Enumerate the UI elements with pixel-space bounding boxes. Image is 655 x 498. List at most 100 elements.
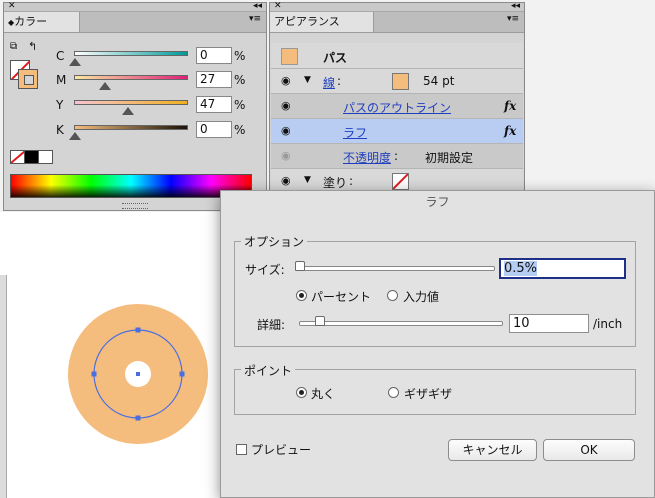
appearance-panel: ✕ ◂◂ アピアランス ▾≡ パス ◉ ▼ 線 : 54 pt ◉ パスのアウト…	[269, 2, 525, 198]
fill-none-swatch[interactable]	[392, 173, 409, 190]
ok-button[interactable]: OK	[543, 439, 635, 461]
effect-label[interactable]: パスのアウトライン	[343, 99, 451, 116]
dialog-title: ラフ	[425, 195, 450, 209]
detail-label-text: 詳細	[257, 318, 282, 332]
black-input[interactable]: 0	[196, 121, 232, 138]
detail-label: 詳細:	[257, 316, 285, 333]
stroke-separator: :	[337, 74, 342, 88]
magenta-slider[interactable]	[74, 75, 188, 80]
anchor-top	[135, 327, 141, 333]
opacity-row[interactable]: ◉ 不透明度 : 初期設定	[271, 144, 523, 169]
swap-colors-icon[interactable]: ↰	[28, 40, 37, 53]
anchor-right	[179, 371, 185, 377]
magenta-input[interactable]: 27	[196, 71, 232, 88]
cyan-input[interactable]: 0	[196, 47, 232, 64]
fx-icon[interactable]: fx	[504, 99, 516, 113]
eye-icon[interactable]: ◉	[281, 174, 291, 187]
none-slash-icon	[11, 151, 24, 163]
corner-radio-label[interactable]: ギザギザ	[404, 385, 452, 402]
percent-label: %	[234, 123, 246, 137]
disclosure-triangle-icon[interactable]: ▼	[304, 75, 311, 85]
eye-icon[interactable]: ◉	[281, 99, 291, 112]
opacity-value: 初期設定	[425, 151, 474, 165]
slider-thumb[interactable]	[69, 58, 81, 66]
channel-label: K	[56, 123, 64, 137]
rough-circle-artwork[interactable]	[60, 298, 220, 458]
fx-icon[interactable]: fx	[504, 124, 516, 138]
tab-appearance[interactable]: アピアランス	[270, 12, 374, 32]
default-colors-icon[interactable]: ⧉	[10, 41, 17, 52]
close-icon[interactable]: ✕	[8, 2, 16, 11]
dialog-titlebar: ラフ	[221, 191, 654, 213]
slider-thumb[interactable]	[99, 82, 111, 90]
detail-slider-thumb[interactable]	[315, 316, 325, 326]
slider-thumb[interactable]	[69, 132, 81, 140]
yellow-slider[interactable]	[74, 100, 188, 105]
fill-separator: :	[349, 174, 354, 188]
stroke-row[interactable]: ◉ ▼ 線 : 54 pt	[271, 69, 523, 94]
size-input[interactable]: 0.5%	[499, 258, 626, 279]
cyan-slider[interactable]	[74, 51, 188, 56]
percent-radio[interactable]	[296, 290, 307, 301]
cancel-button[interactable]: キャンセル	[448, 439, 537, 461]
size-label: サイズ:	[245, 261, 285, 278]
anchor-left	[91, 371, 97, 377]
canvas-left-edge	[0, 275, 7, 498]
size-slider-thumb[interactable]	[295, 261, 305, 271]
preview-checkbox[interactable]	[236, 444, 247, 455]
effect-row-roughen[interactable]: ◉ ラフ fx	[271, 119, 523, 144]
stroke-label[interactable]: 線	[323, 74, 335, 91]
fill-label[interactable]: 塗り	[323, 174, 347, 191]
tab-color[interactable]: ◆カラー	[4, 12, 80, 32]
eye-icon[interactable]: ◉	[281, 124, 291, 137]
resize-grip-icon[interactable]	[122, 203, 148, 209]
stroke-color-swatch[interactable]	[392, 73, 409, 90]
stroke-swatch[interactable]	[18, 69, 38, 89]
absolute-radio-label[interactable]: 入力値	[403, 288, 439, 305]
close-icon[interactable]: ✕	[274, 2, 282, 11]
detail-separator: :	[281, 318, 286, 332]
white-swatch[interactable]	[38, 150, 53, 164]
detail-slider-track[interactable]	[299, 321, 503, 326]
object-row[interactable]: パス	[271, 43, 523, 69]
preview-label[interactable]: プレビュー	[251, 441, 311, 458]
eye-icon[interactable]: ◉	[281, 74, 291, 87]
black-swatch[interactable]	[24, 150, 39, 164]
detail-input[interactable]: 10	[509, 314, 589, 333]
anchor-bottom	[135, 415, 141, 421]
channel-label: M	[56, 73, 67, 87]
size-slider-track[interactable]	[299, 266, 495, 271]
yellow-input[interactable]: 47	[196, 96, 232, 113]
collapse-icon[interactable]: ◂◂	[253, 2, 262, 11]
collapse-icon[interactable]: ◂◂	[511, 2, 520, 11]
stroke-inner	[24, 75, 34, 85]
color-spectrum[interactable]	[10, 174, 252, 198]
absolute-radio[interactable]	[387, 290, 398, 301]
none-swatch[interactable]	[10, 150, 25, 164]
panel-menu-icon[interactable]: ▾≡	[249, 14, 261, 24]
black-slider[interactable]	[74, 125, 188, 130]
percent-radio-label[interactable]: パーセント	[311, 288, 371, 305]
smooth-radio[interactable]	[296, 387, 307, 398]
size-separator: :	[280, 263, 285, 277]
none-slash-icon	[393, 174, 408, 189]
corner-radio[interactable]	[388, 387, 399, 398]
slider-thumb[interactable]	[122, 107, 134, 115]
options-group-label: オプション	[241, 233, 308, 250]
effect-label[interactable]: ラフ	[343, 124, 367, 141]
stroke-weight: 54 pt	[423, 74, 455, 88]
eye-icon[interactable]: ◉	[281, 149, 291, 162]
channel-label: Y	[56, 98, 64, 112]
effect-row-outline-path[interactable]: ◉ パスのアウトライン fx	[271, 94, 523, 119]
color-panel-titlebar: ✕ ◂◂	[4, 2, 266, 12]
percent-label: %	[234, 98, 246, 112]
smooth-radio-label[interactable]: 丸く	[311, 385, 335, 402]
size-input-selected-text: 0.5%	[504, 261, 538, 276]
opacity-label[interactable]: 不透明度	[343, 149, 391, 166]
detail-unit: /inch	[593, 317, 623, 331]
panel-menu-icon[interactable]: ▾≡	[507, 14, 519, 24]
center-point	[136, 372, 140, 376]
percent-label: %	[234, 73, 246, 87]
disclosure-triangle-icon[interactable]: ▼	[304, 175, 311, 185]
object-type-label: パス	[323, 51, 348, 65]
